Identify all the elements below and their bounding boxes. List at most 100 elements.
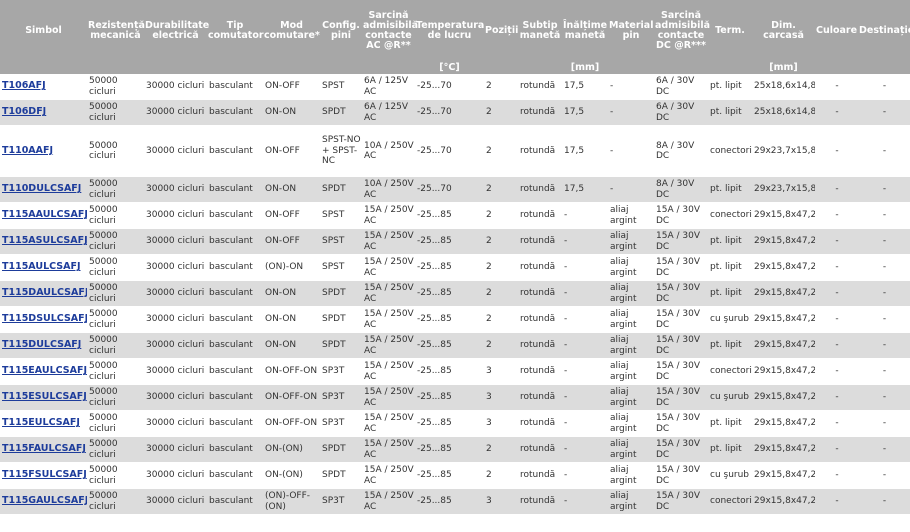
destination-cell: -	[858, 488, 910, 515]
symbol-link[interactable]: T115DSULCSAFJ	[2, 313, 87, 325]
pin-config-cell: SPDT	[320, 462, 362, 489]
color-cell: -	[815, 280, 858, 307]
pin-material-cell: -	[608, 74, 654, 100]
housing-dim-cell: 29x15,8x47,2	[752, 488, 815, 515]
pin-material-cell: aliaj argint	[608, 358, 654, 385]
temperature-cell: -25...70	[415, 176, 484, 203]
pin-material-cell: aliaj argint	[608, 462, 654, 489]
ac-load-cell: 15A / 250V AC	[362, 254, 415, 281]
elec-durability-cell: 30000 cicluri	[144, 125, 207, 177]
ac-load-cell: 15A / 250V AC	[362, 202, 415, 229]
ac-load-cell: 10A / 250V AC	[362, 125, 415, 177]
header-temperature[interactable]: Temperatura de lucru	[415, 0, 484, 62]
header-switch-mode[interactable]: Mod comutare*	[263, 0, 320, 62]
elec-durability-cell: 30000 cicluri	[144, 176, 207, 203]
elec-durability-cell: 30000 cicluri	[144, 254, 207, 281]
header-dc-load[interactable]: Sarcină admisibilă contacte DC @R***	[654, 0, 710, 62]
pin-material-cell: aliaj argint	[608, 436, 654, 463]
symbol-link[interactable]: T106DFJ	[2, 106, 46, 118]
positions-cell: 2	[484, 306, 518, 333]
header-pin-material[interactable]: Material pin	[608, 0, 654, 62]
pin-config-cell: SPST	[320, 228, 362, 255]
lever-subtype-cell: rotundă	[518, 254, 562, 281]
symbol-link[interactable]: T106AFJ	[2, 80, 46, 92]
pin-config-cell: SPST	[320, 74, 362, 100]
dc-load-cell: 15A / 30V DC	[654, 488, 708, 515]
header-lever-height[interactable]: Înălțime manetă	[562, 0, 608, 62]
symbol-cell: T115FAULCSAFJ	[0, 436, 87, 463]
header-positions[interactable]: Poziții	[484, 0, 518, 62]
housing-dim-cell: 29x15,8x47,2	[752, 280, 815, 307]
positions-cell: 2	[484, 202, 518, 229]
destination-cell: -	[858, 125, 910, 177]
lever-subtype-cell: rotundă	[518, 358, 562, 385]
lever-subtype-cell: rotundă	[518, 410, 562, 437]
temperature-cell: -25...85	[415, 280, 484, 307]
header-mech-resistance[interactable]: Rezistență mecanică	[87, 0, 145, 62]
header-ac-load[interactable]: Sarcină admisibilă contacte AC @R**	[362, 0, 418, 62]
switch-mode-cell: ON-ON	[263, 280, 320, 307]
lever-subtype-cell: rotundă	[518, 462, 562, 489]
lever-height-cell: -	[562, 280, 608, 307]
switch-type-cell: basculant	[207, 125, 263, 177]
symbol-link[interactable]: T110DULCSAFJ	[2, 183, 81, 195]
symbol-link[interactable]: T115AAULCSAFJ	[2, 209, 87, 221]
mech-resistance-cell: 50000 cicluri	[87, 228, 144, 255]
header-symbol[interactable]: Simbol	[0, 0, 87, 62]
elec-durability-cell: 30000 cicluri	[144, 74, 207, 100]
symbol-link[interactable]: T110AAFJ	[2, 145, 53, 156]
ac-load-cell: 15A / 250V AC	[362, 306, 415, 333]
pin-config-cell: SPST	[320, 254, 362, 281]
lever-subtype-cell: rotundă	[518, 228, 562, 255]
header-color[interactable]: Culoare	[815, 0, 858, 62]
lever-subtype-cell: rotundă	[518, 125, 562, 177]
terminal-cell: pt. lipit	[708, 228, 752, 255]
symbol-link[interactable]: T115AULCSAFJ	[2, 261, 81, 273]
symbol-link[interactable]: T115DULCSAFJ	[2, 339, 81, 351]
mech-resistance-cell: 50000 cicluri	[87, 99, 144, 126]
switch-type-cell: basculant	[207, 176, 263, 203]
header-housing-dim[interactable]: Dim. carcasă	[752, 0, 815, 62]
lever-height-cell: -	[562, 202, 608, 229]
switch-mode-cell: ON-ON	[263, 306, 320, 333]
dc-load-cell: 15A / 30V DC	[654, 332, 708, 359]
switch-type-cell: basculant	[207, 384, 263, 411]
dc-load-cell: 6A / 30V DC	[654, 74, 708, 100]
temperature-cell: -25...85	[415, 358, 484, 385]
header-elec-durability[interactable]: Durabilitate electrică	[144, 0, 209, 62]
header-destination[interactable]: Destinație	[858, 0, 910, 62]
positions-cell: 2	[484, 280, 518, 307]
header-pin-config[interactable]: Config. pini	[320, 0, 362, 62]
elec-durability-cell: 30000 cicluri	[144, 202, 207, 229]
symbol-cell: T115DAULCSAFJ	[0, 280, 87, 307]
positions-cell: 2	[484, 125, 518, 177]
table-row: T110AAFJ 50000 cicluri 30000 cicluri bascul…	[0, 125, 910, 177]
symbol-link[interactable]: T115FAULCSAFJ	[2, 443, 86, 455]
switch-type-cell: basculant	[207, 228, 263, 255]
header-lever-subtype[interactable]: Subtip manetă	[518, 0, 562, 62]
table-row: T115DAULCSAFJ 50000 cicluri 30000 cicluri b…	[0, 280, 910, 307]
positions-cell: 2	[484, 228, 518, 255]
symbol-cell: T115ASULCSAFJ	[0, 228, 87, 255]
symbol-link[interactable]: T115DAULCSAFJ	[2, 287, 87, 299]
mech-resistance-cell: 50000 cicluri	[87, 280, 144, 307]
symbol-link[interactable]: T115ASULCSAFJ	[2, 235, 87, 247]
switch-type-cell: basculant	[207, 436, 263, 463]
destination-cell: -	[858, 436, 910, 463]
symbol-link[interactable]: T115ESULCSAFJ	[2, 391, 87, 403]
header-terminal[interactable]: Term.	[708, 0, 752, 62]
pin-config-cell: SP3T	[320, 384, 362, 411]
terminal-cell: conectori	[708, 202, 752, 229]
symbol-link[interactable]: T115EAULCSAFJ	[2, 365, 87, 377]
symbol-link[interactable]: T115GAULCSAFJ	[2, 495, 87, 507]
symbol-link[interactable]: T115FSULCSAFJ	[2, 469, 87, 481]
housing-dim-cell: 29x15,8x47,2	[752, 254, 815, 281]
positions-cell: 2	[484, 176, 518, 203]
switch-mode-cell: ON-ON	[263, 99, 320, 126]
header-switch-type[interactable]: Tip comutator	[207, 0, 264, 62]
mech-resistance-cell: 50000 cicluri	[87, 176, 144, 203]
symbol-link[interactable]: T115EULCSAFJ	[2, 417, 80, 429]
symbol-cell: T115AAULCSAFJ	[0, 202, 87, 229]
switch-type-cell: basculant	[207, 332, 263, 359]
symbol-cell: T106AFJ	[0, 74, 87, 100]
